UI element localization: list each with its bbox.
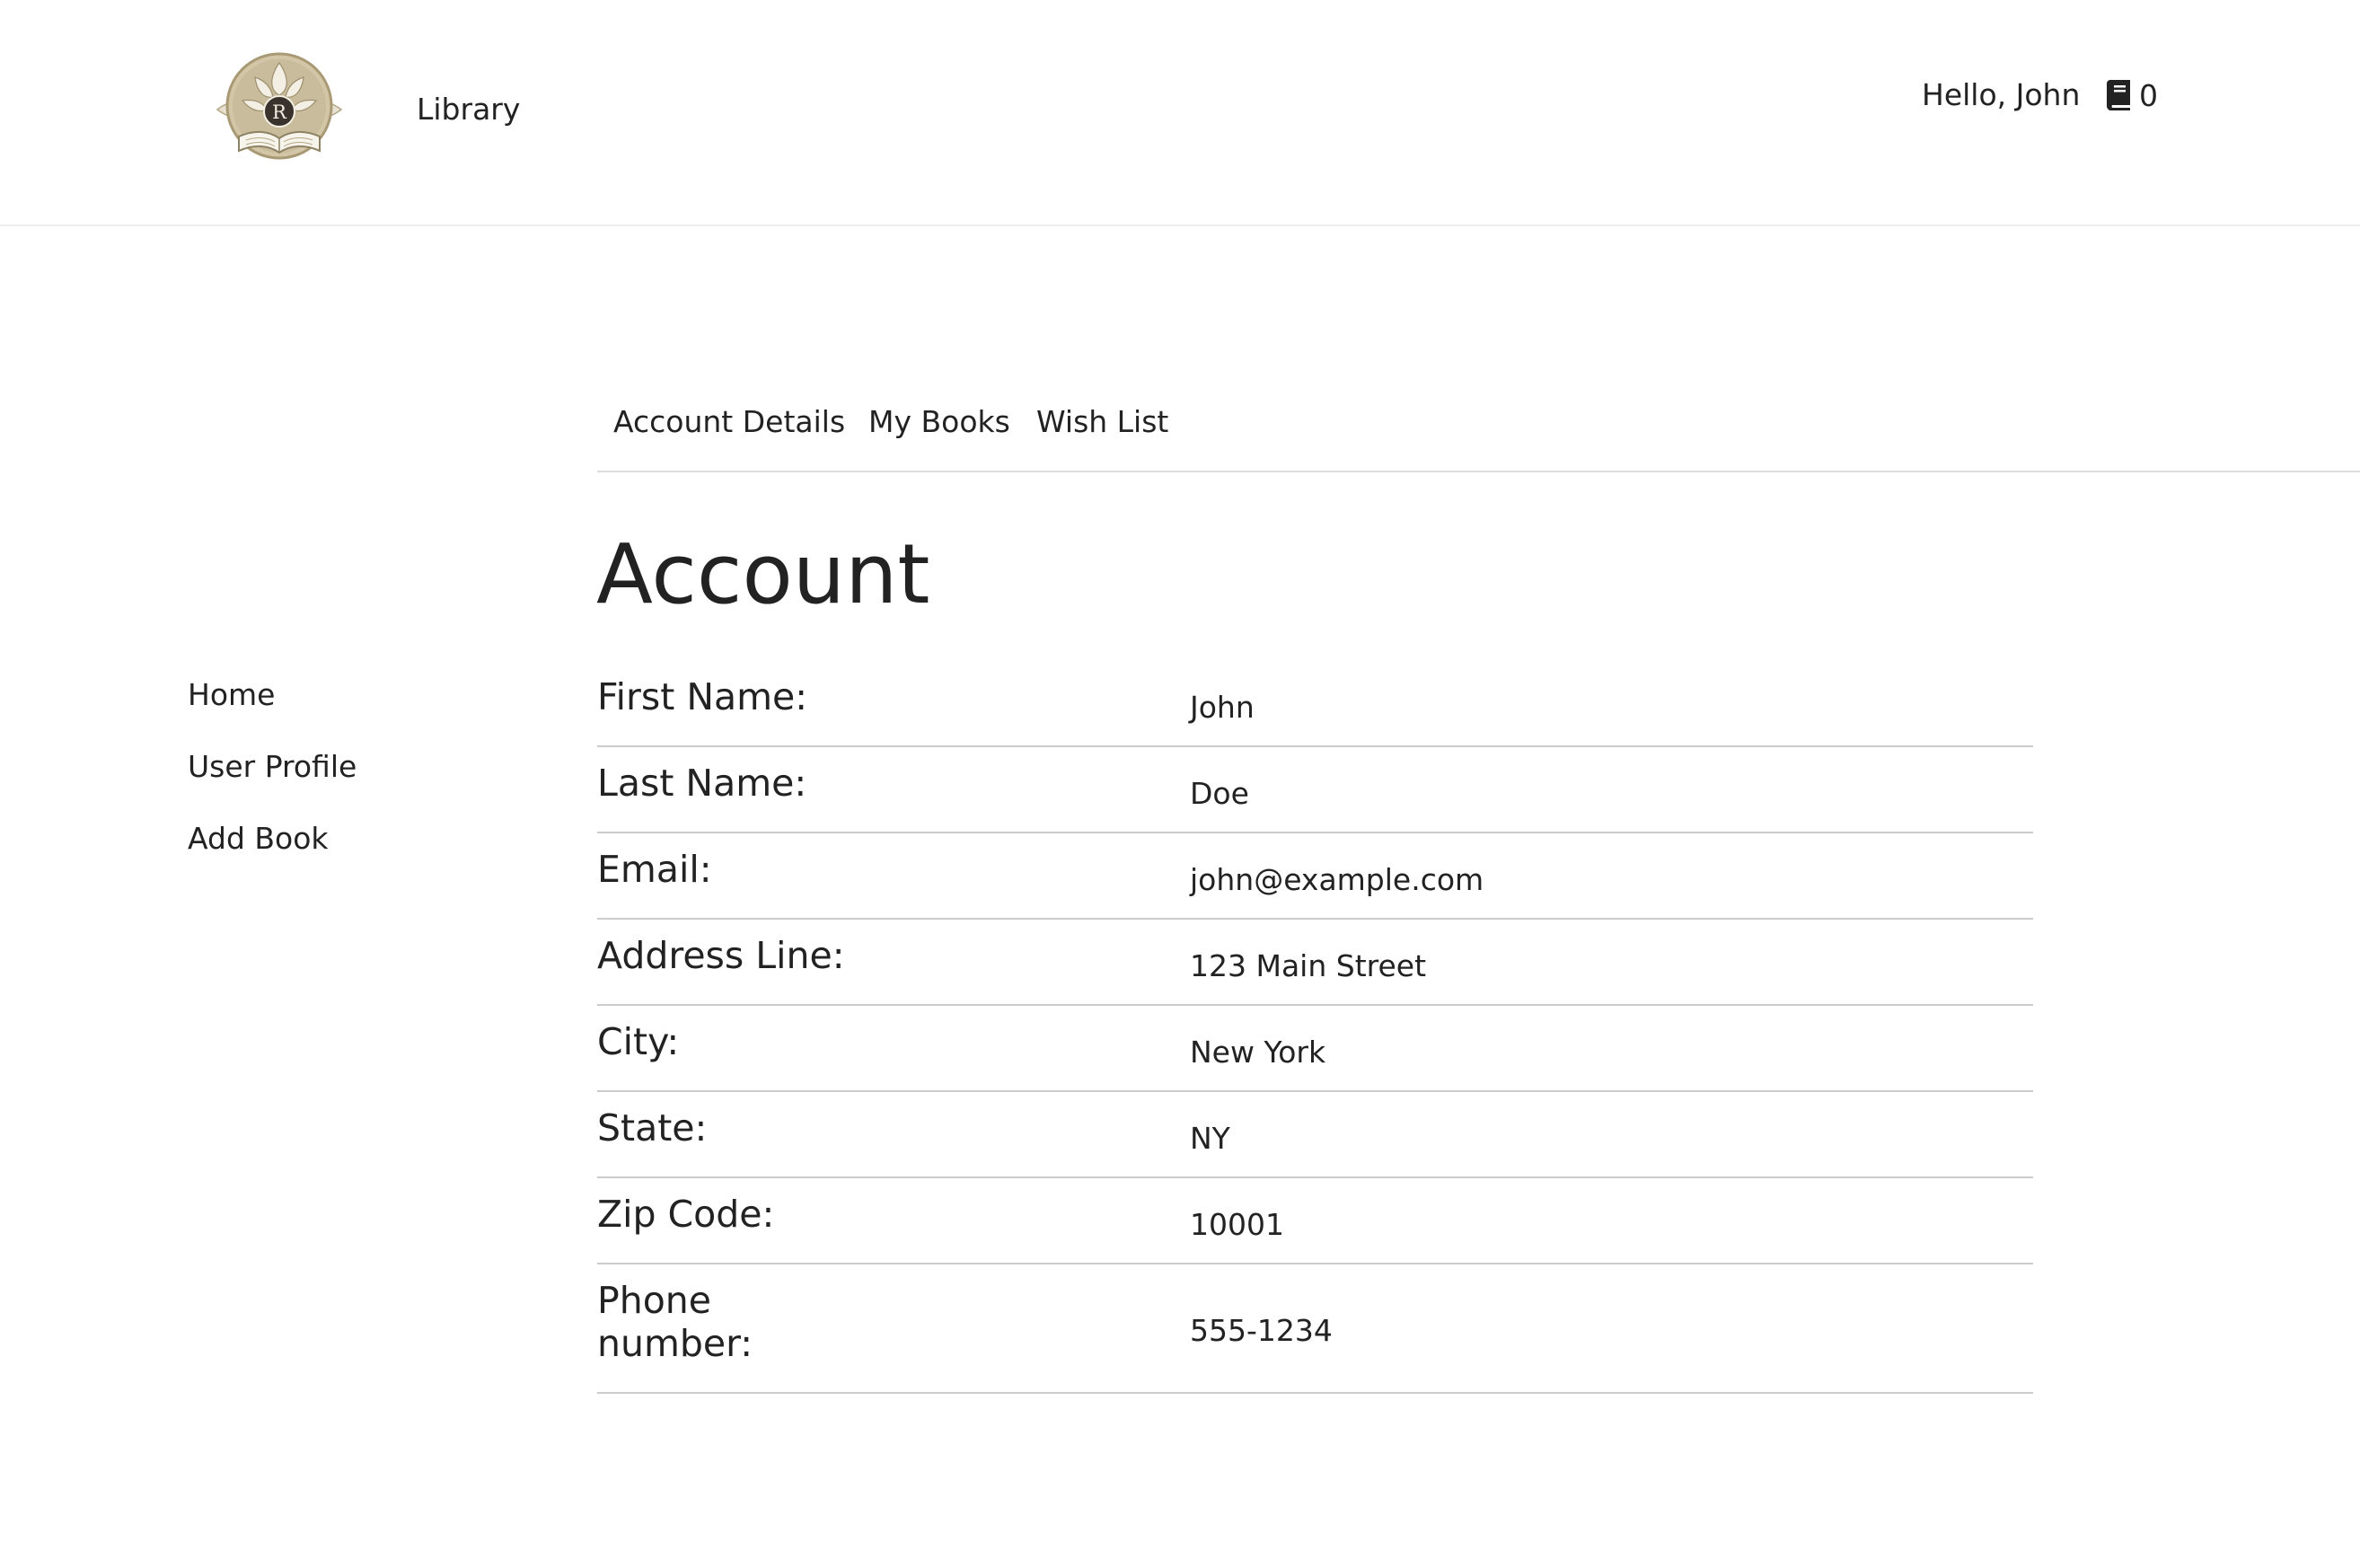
address-line-value: 123 Main Street [1190,948,1427,983]
account-tabs: Account Details My Books Wish List [597,377,2360,472]
last-name-value: Doe [1190,776,1249,811]
tab-my-books[interactable]: My Books [868,402,1010,442]
email-label: Email: [597,848,712,891]
zip-code-value: 10001 [1190,1207,1284,1242]
email-value: john@example.com [1190,862,1484,897]
detail-row-zip-code: Zip Code: 10001 [597,1178,2033,1264]
books-count: 0 [2139,77,2158,113]
sidebar-item-add-book[interactable]: Add Book [188,819,529,891]
book-icon [2107,80,2132,110]
city-value: New York [1190,1035,1326,1070]
detail-row-state: State: NY [597,1092,2033,1178]
logo-monogram: R [272,101,287,123]
detail-row-email: Email: john@example.com [597,833,2033,920]
phone-number-value: 555-1234 [1190,1313,1333,1348]
detail-row-last-name: Last Name: Doe [597,747,2033,833]
page-title: Account [596,526,930,622]
top-header: R Library Hello, John 0 [0,0,2360,226]
tab-account-details[interactable]: Account Details [613,402,845,442]
tab-wish-list[interactable]: Wish List [1036,402,1168,442]
first-name-label: First Name: [597,675,808,718]
user-greeting[interactable]: Hello, John [1922,75,2080,115]
account-details-list: First Name: John Last Name: Doe Email: j… [597,661,2033,1394]
state-label: State: [597,1106,708,1150]
zip-code-label: Zip Code: [597,1193,775,1236]
sidebar-item-home[interactable]: Home [188,675,529,747]
brand-link[interactable]: Library [417,90,520,129]
first-name-value: John [1190,690,1255,725]
address-line-label: Address Line: [597,934,845,977]
sidebar-item-user-profile[interactable]: User Profile [188,747,529,819]
detail-row-first-name: First Name: John [597,661,2033,747]
detail-row-city: City: New York [597,1006,2033,1092]
library-emblem-logo[interactable]: R [216,50,343,167]
detail-row-phone-number: Phone number: 555-1234 [597,1264,2033,1394]
detail-row-address-line: Address Line: 123 Main Street [597,920,2033,1006]
city-label: City: [597,1020,680,1063]
last-name-label: Last Name: [597,762,807,805]
state-value: NY [1190,1121,1230,1156]
phone-number-label: Phone number: [597,1279,753,1365]
sidebar-nav: Home User Profile Add Book [188,675,529,891]
my-books-counter[interactable]: 0 [2107,75,2158,115]
